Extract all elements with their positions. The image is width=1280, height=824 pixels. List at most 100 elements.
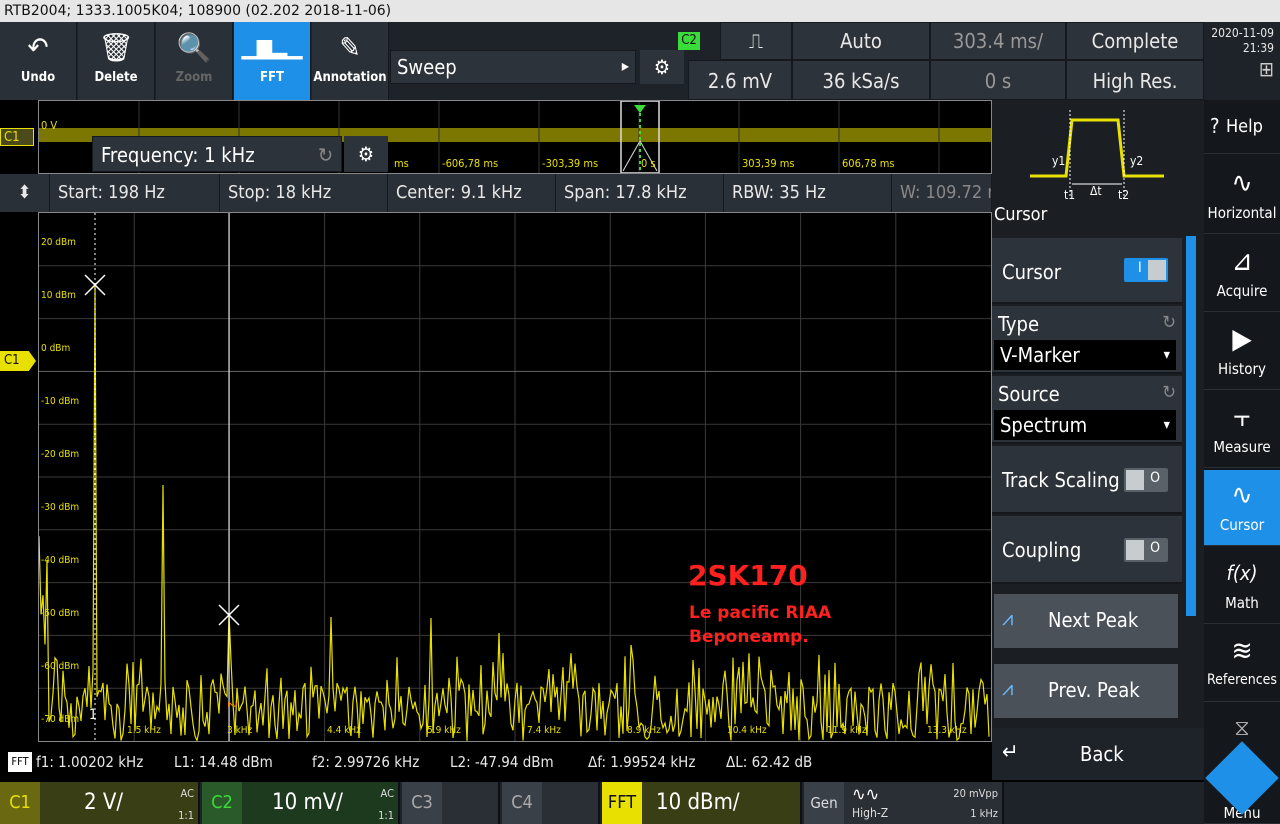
cursor-diagram: y1 y2 t1 t2 Δt Cursor <box>992 100 1204 236</box>
sidebar-item-math[interactable]: f(x) Math <box>1204 548 1280 624</box>
sweep-settings-button[interactable]: ⚙ <box>640 50 684 84</box>
chevron-down-icon: ▾ <box>1163 347 1170 363</box>
frequency-popup[interactable]: Frequency: 1 kHz ↻ <box>92 136 342 172</box>
chevron-down-icon: ▾ <box>1163 417 1170 433</box>
x-axis-label: 10.4 kHz <box>727 725 767 736</box>
gear-icon: ⚙ <box>653 55 671 79</box>
up-down-arrow-icon: ⬍ <box>17 182 32 203</box>
type-select[interactable]: V-Marker ▾ <box>994 340 1176 370</box>
annotation-line-1[interactable]: Le pacific RIAA <box>689 603 831 623</box>
channel-c1[interactable]: C1 2 V/ AC 1:1 <box>0 782 200 824</box>
acquisition-mode[interactable]: High Res. <box>1066 60 1204 100</box>
reset-icon[interactable]: ↻ <box>1162 382 1176 403</box>
y-axis-label: 20 dBm <box>41 237 76 248</box>
sidebar-item-menu[interactable]: ⧖ Menu <box>1204 704 1280 824</box>
panel-scrollbar[interactable] <box>1186 236 1196 616</box>
title-bar: RTB2004; 1333.1005K04; 108900 (02.202 20… <box>0 0 1280 22</box>
cursor-2-label: 2 <box>225 701 239 708</box>
history-icon: ▶ <box>1232 322 1252 355</box>
spectrum-plot[interactable]: 20 dBm 10 dBm 0 dBm -10 dBm -20 dBm -30 dBm -4… <box>38 212 992 742</box>
trigger-level[interactable]: 2.6 mV <box>688 60 792 100</box>
frequency-settings-button[interactable]: ⚙ <box>344 136 388 172</box>
channel-marker-c1[interactable]: C1 <box>0 351 36 371</box>
sidebar-item-measure[interactable]: ⫟ Measure <box>1204 392 1280 468</box>
y-axis-label: -40 dBm <box>41 555 80 566</box>
help-button[interactable]: ? Help <box>1204 100 1280 154</box>
undo-icon: ↶ <box>27 31 49 64</box>
fft-center[interactable]: Center: 9.1 kHz <box>388 174 556 212</box>
channel-bar: C1 2 V/ AC 1:1 C2 10 mV/ AC 1:1 C3 C4 FF… <box>0 782 1204 824</box>
cursor-toggle-row[interactable]: Cursor I <box>992 238 1182 304</box>
fft-rbw[interactable]: RBW: 35 Hz <box>724 174 892 212</box>
y-axis-label: -10 dBm <box>41 396 80 407</box>
y-axis-label: -20 dBm <box>41 449 80 460</box>
fft-start[interactable]: Start: 198 Hz <box>50 174 220 212</box>
zoom-icon: 🔍 <box>176 31 212 64</box>
spectrum-svg <box>39 213 991 741</box>
track-scaling-row[interactable]: Track Scaling O <box>992 446 1182 514</box>
math-icon: f(x) <box>1226 561 1258 585</box>
fft-channel[interactable]: FFT 10 dBm/ <box>602 782 802 824</box>
reset-icon[interactable]: ↻ <box>318 143 333 167</box>
fft-small-icon: FFT <box>8 752 32 772</box>
x-axis-label: 7.4 kHz <box>527 725 561 736</box>
acquisition-state[interactable]: Complete <box>1066 22 1204 60</box>
cursor-panel: y1 y2 t1 t2 Δt Cursor Cursor I Type ↻ V-… <box>992 100 1204 780</box>
zoom-button[interactable]: 🔍 Zoom <box>156 22 233 100</box>
trigger-slope[interactable]: ⎍ <box>720 22 792 60</box>
generator[interactable]: Gen ∿∿ High-Z 20 mVpp 1 kHz <box>804 782 1004 824</box>
chevron-right-icon: ▸ <box>621 56 629 75</box>
x-axis-label: 11.9 kHz <box>827 725 867 736</box>
cursor-toggle[interactable]: I <box>1124 258 1168 282</box>
back-button[interactable]: ↵ Back <box>992 728 1204 780</box>
fft-stop[interactable]: Stop: 18 kHz <box>220 174 388 212</box>
coupling-toggle[interactable]: O <box>1124 538 1168 562</box>
peak-icon: ⩘ <box>1002 676 1014 700</box>
gear-icon: ⚙ <box>357 142 375 166</box>
channel-c4[interactable]: C4 <box>502 782 600 824</box>
help-icon: ? <box>1210 114 1220 138</box>
peak-icon: ⩘ <box>1002 606 1014 630</box>
sidebar-item-history[interactable]: ▶ History <box>1204 314 1280 390</box>
overview-channel-tag: C1 <box>0 128 34 146</box>
fft-button[interactable]: ▁▆▂▁ FFT <box>234 22 311 100</box>
sidebar-item-references[interactable]: ≋ References <box>1204 626 1280 702</box>
sweep-dropdown[interactable]: Sweep ▸ <box>390 50 636 84</box>
channel-c3[interactable]: C3 <box>402 782 500 824</box>
fft-info-toggle[interactable]: ⬍ <box>0 174 50 212</box>
fft-span[interactable]: Span: 17.8 kHz <box>556 174 724 212</box>
x-axis-label: 4.4 kHz <box>327 725 361 736</box>
undo-button[interactable]: ↶ Undo <box>0 22 77 100</box>
sidebar-item-cursor[interactable]: ∿ Cursor <box>1204 470 1280 546</box>
annotation-title[interactable]: 2SK170 <box>688 559 808 592</box>
track-scaling-toggle[interactable]: O <box>1124 468 1168 492</box>
timebase[interactable]: 303.4 ms/ <box>930 22 1066 60</box>
next-peak-button[interactable]: ⩘ Next Peak <box>994 594 1178 648</box>
coupling-row[interactable]: Coupling O <box>992 516 1182 584</box>
fft-window[interactable]: W: 109.72 r <box>892 174 992 212</box>
sample-rate[interactable]: 36 kSa/s <box>792 60 930 100</box>
date-time: 2020-11-09 21:39 ⊞ <box>1204 22 1280 100</box>
fft-icon: ▁▆▂▁ <box>241 35 303 60</box>
prev-peak-button[interactable]: ⩘ Prev. Peak <box>994 664 1178 718</box>
measure-icon: ⫟ <box>1233 400 1251 433</box>
y-axis-label: 10 dBm <box>41 290 76 301</box>
sidebar-item-horizontal[interactable]: ∿ Horizontal <box>1204 158 1280 234</box>
plot-grid <box>39 213 991 741</box>
trigger-mode[interactable]: Auto <box>792 22 930 60</box>
channel-c2[interactable]: C2 10 mV/ AC 1:1 <box>202 782 400 824</box>
y-axis-label: 0 dBm <box>41 343 71 354</box>
horizontal-offset[interactable]: 0 s <box>930 60 1066 100</box>
x-axis-label: 5.9 kHz <box>427 725 461 736</box>
rising-edge-icon: ⎍ <box>749 29 763 53</box>
type-row[interactable]: Type ↻ V-Marker ▾ <box>992 306 1182 374</box>
annotation-line-2[interactable]: Beponeamp. <box>689 627 809 647</box>
delete-button[interactable]: 🗑 Delete <box>78 22 155 100</box>
fft-info-bar: ⬍ Start: 198 Hz Stop: 18 kHz Center: 9.1… <box>0 174 992 212</box>
reset-icon[interactable]: ↻ <box>1162 312 1176 333</box>
source-row[interactable]: Source ↻ Spectrum ▾ <box>992 376 1182 444</box>
references-icon: ≋ <box>1231 634 1253 667</box>
sidebar-item-acquire[interactable]: ⊿ Acquire <box>1204 236 1280 312</box>
annotation-button[interactable]: ✎ Annotation <box>312 22 389 100</box>
source-select[interactable]: Spectrum ▾ <box>994 410 1176 440</box>
